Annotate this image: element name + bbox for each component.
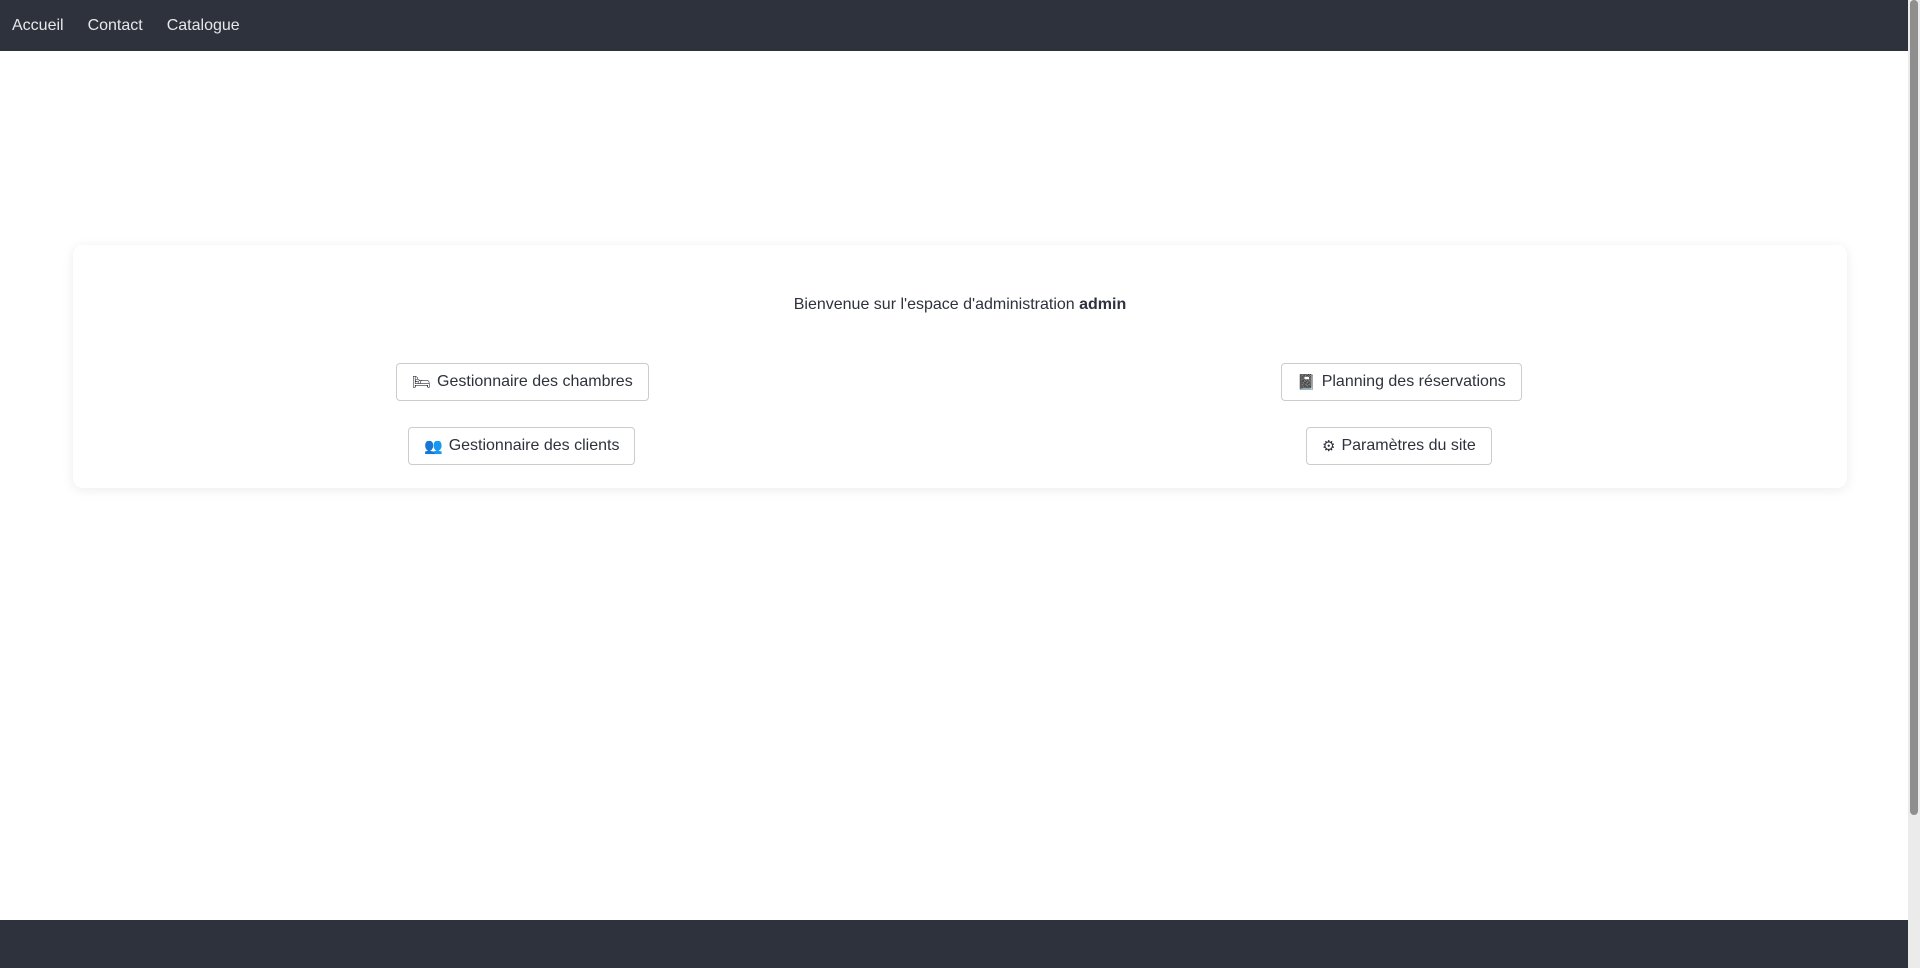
- top-navbar: Accueil Contact Catalogue: [0, 0, 1908, 51]
- gear-icon: ⚙: [1322, 437, 1336, 455]
- page-footer: [0, 920, 1908, 968]
- admin-username: admin: [1079, 296, 1127, 313]
- clients-manager-label: Gestionnaire des clients: [448, 437, 620, 454]
- bed-icon: 🛏: [412, 373, 432, 391]
- rooms-manager-label: Gestionnaire des chambres: [437, 373, 633, 390]
- viewport: Accueil Contact Catalogue Bienvenue sur …: [0, 0, 1908, 968]
- scrollbar-thumb[interactable]: [1910, 0, 1918, 815]
- reservations-planning-label: Planning des réservations: [1321, 373, 1506, 390]
- nav-link-catalogue[interactable]: Catalogue: [167, 17, 240, 35]
- welcome-message: Bienvenue sur l'espace d'administration …: [73, 296, 1847, 314]
- page: Accueil Contact Catalogue Bienvenue sur …: [0, 0, 1920, 968]
- rooms-manager-button[interactable]: 🛏 Gestionnaire des chambres: [396, 363, 649, 401]
- clients-manager-button[interactable]: 👥 Gestionnaire des clients: [408, 427, 636, 465]
- users-icon: 👥: [424, 437, 443, 455]
- nav-link-contact[interactable]: Contact: [88, 17, 143, 35]
- calendar-icon: 📓: [1297, 373, 1316, 391]
- vertical-scrollbar[interactable]: [1908, 0, 1920, 968]
- reservations-planning-button[interactable]: 📓 Planning des réservations: [1281, 363, 1522, 401]
- site-settings-button[interactable]: ⚙ Paramètres du site: [1306, 427, 1492, 465]
- site-settings-label: Paramètres du site: [1341, 437, 1476, 454]
- welcome-text: Bienvenue sur l'espace d'administration: [793, 296, 1080, 313]
- nav-link-accueil[interactable]: Accueil: [12, 17, 64, 35]
- admin-panel-card: Bienvenue sur l'espace d'administration …: [73, 245, 1847, 488]
